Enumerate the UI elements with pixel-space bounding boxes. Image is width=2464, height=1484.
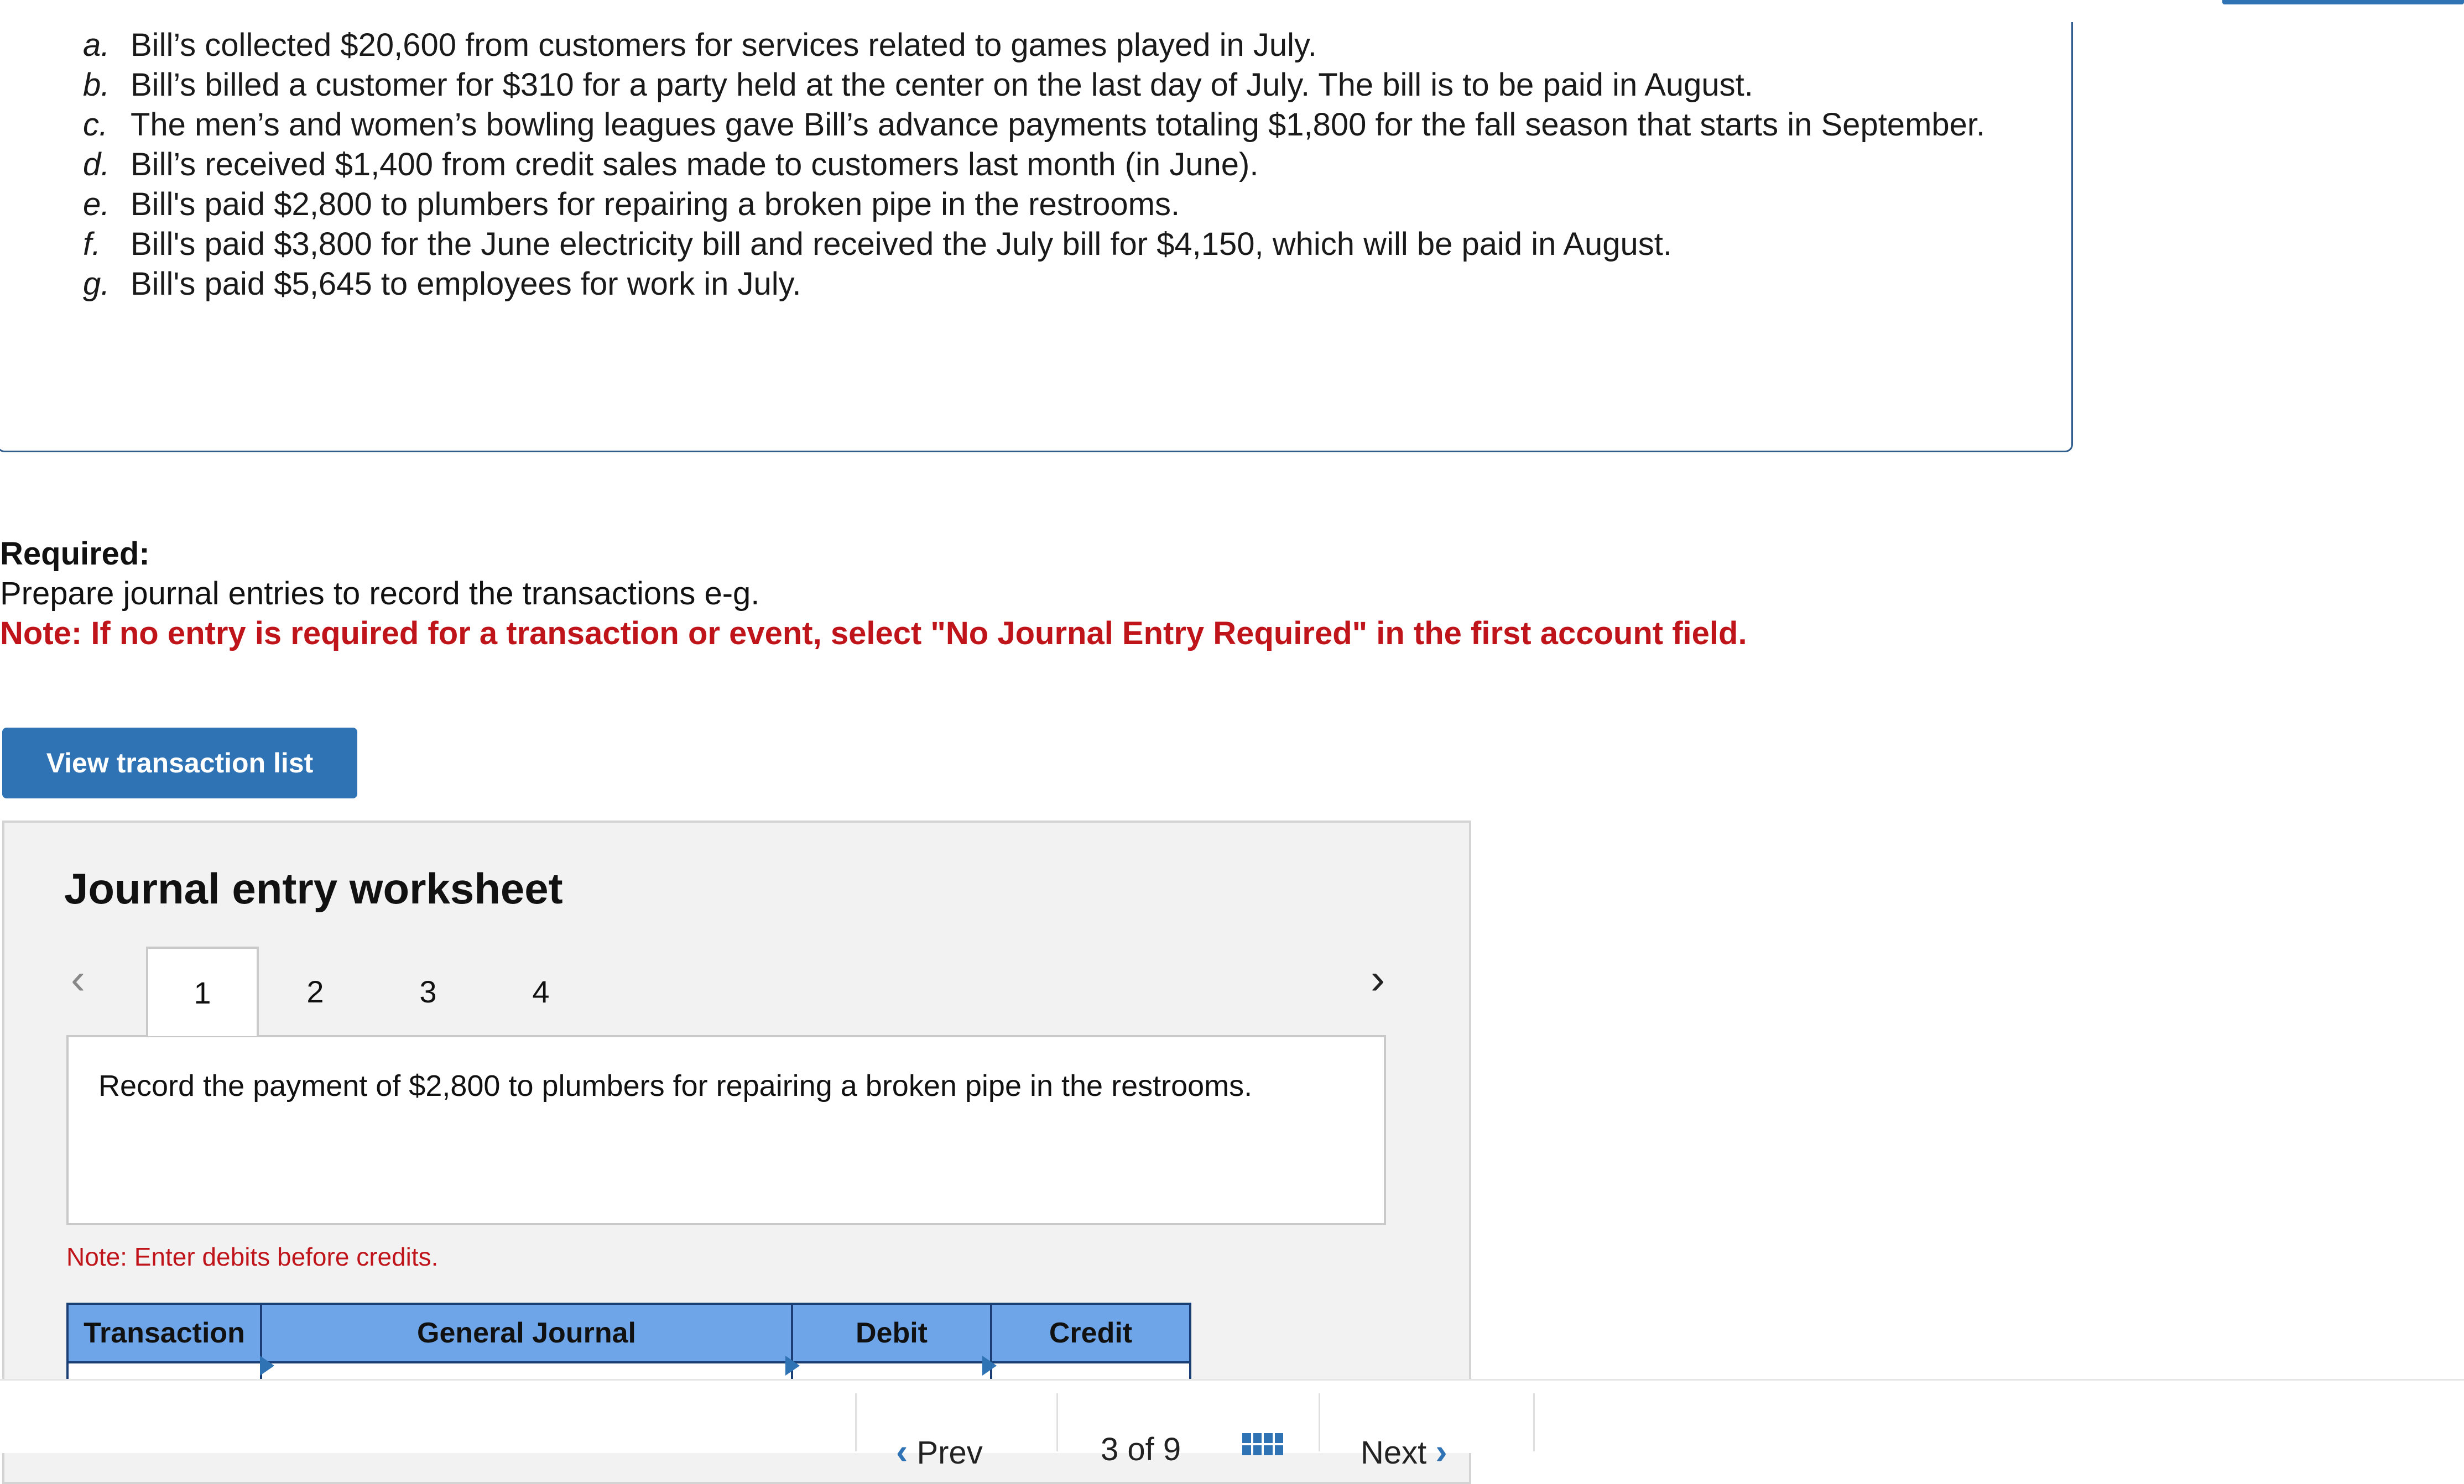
footer-divider <box>855 1393 857 1451</box>
chevron-right-icon[interactable]: › <box>1371 957 1385 1001</box>
transaction-text: Bill's paid $2,800 to plumbers for repai… <box>131 186 1180 222</box>
tab-2[interactable]: 2 <box>259 947 372 1036</box>
next-button[interactable]: Next › <box>1361 1431 1447 1472</box>
transaction-letter: f. <box>83 226 101 262</box>
dropdown-arrow-icon[interactable] <box>785 1356 800 1376</box>
tab-4[interactable]: 4 <box>485 947 597 1036</box>
transaction-item-d: d. Bill’s received $1,400 from credit sal… <box>83 145 2030 185</box>
transaction-item-a: a. Bill’s collected $20,600 from customer… <box>83 25 2030 65</box>
dropdown-arrow-icon[interactable] <box>260 1356 274 1376</box>
dropdown-arrow-icon <box>982 1356 997 1376</box>
required-note: Note: If no entry is required for a tran… <box>0 615 1747 651</box>
transaction-list: a. Bill’s collected $20,600 from customer… <box>83 25 2030 304</box>
col-debit: Debit <box>791 1303 992 1363</box>
tab-3[interactable]: 3 <box>372 947 485 1036</box>
next-label: Next <box>1361 1435 1427 1471</box>
transaction-letter: c. <box>83 107 108 143</box>
transaction-letter: g. <box>83 266 110 302</box>
footer-divider <box>1533 1393 1535 1451</box>
chevron-right-icon: › <box>1435 1431 1447 1471</box>
transaction-text: Bill's paid $3,800 for the June electric… <box>131 226 1672 262</box>
transaction-item-g: g. Bill's paid $5,645 to employees for wo… <box>83 264 2030 304</box>
footer-divider <box>1319 1393 1320 1451</box>
col-general-journal: General Journal <box>260 1303 793 1363</box>
required-text: Prepare journal entries to record the tr… <box>0 576 760 612</box>
transaction-letter: e. <box>83 186 110 222</box>
worksheet-title: Journal entry worksheet <box>64 864 563 913</box>
transaction-text: Bill's paid $5,645 to employees for work… <box>131 266 801 302</box>
prev-label: Prev <box>916 1435 983 1471</box>
footer-nav <box>0 1379 2464 1453</box>
page-of: of <box>1127 1431 1154 1467</box>
transaction-item-f: f. Bill's paid $3,800 for the June electr… <box>83 224 2030 264</box>
transaction-item-e: e. Bill's paid $2,800 to plumbers for rep… <box>83 185 2030 224</box>
instruction-box: Record the payment of $2,800 to plumbers… <box>66 1035 1386 1225</box>
page-total: 9 <box>1163 1431 1181 1467</box>
chevron-left-icon: ‹ <box>896 1431 908 1471</box>
instruction-text: Record the payment of $2,800 to plumbers… <box>98 1069 1253 1102</box>
page-current: 3 <box>1101 1431 1119 1467</box>
transaction-letter: d. <box>83 147 110 182</box>
view-transaction-list-button[interactable]: View transaction list <box>2 728 357 798</box>
transaction-text: Bill’s billed a customer for $310 for a … <box>131 67 1753 103</box>
transaction-text: Bill’s collected $20,600 from customers … <box>131 27 1317 63</box>
transaction-text: Bill’s received $1,400 from credit sales… <box>131 147 1259 182</box>
table-header-row: Transaction General Journal Debit Credit <box>66 1303 1191 1363</box>
required-title: Required: <box>0 536 150 572</box>
footer-divider <box>1056 1393 1058 1451</box>
transaction-letter: a. <box>83 27 110 63</box>
page-indicator: 3 of 9 <box>1101 1431 1181 1468</box>
chevron-left-icon[interactable]: ‹ <box>71 957 85 1001</box>
transaction-text: The men’s and women’s bowling leagues ga… <box>131 107 1986 143</box>
grid-icon[interactable] <box>1242 1433 1283 1455</box>
prev-button[interactable]: ‹ Prev <box>896 1431 983 1472</box>
journal-table: Transaction General Journal Debit Credit <box>66 1303 1191 1387</box>
transaction-letter: b. <box>83 67 110 103</box>
col-transaction: Transaction <box>66 1303 262 1363</box>
tab-1[interactable]: 1 <box>146 947 259 1036</box>
debits-note: Note: Enter debits before credits. <box>66 1242 439 1271</box>
transaction-item-b: b. Bill’s billed a customer for $310 for … <box>83 65 2030 105</box>
col-credit: Credit <box>990 1303 1191 1363</box>
transaction-item-c: c. The men’s and women’s bowling leagues … <box>83 105 2030 145</box>
top-accent-bar <box>2222 0 2464 4</box>
